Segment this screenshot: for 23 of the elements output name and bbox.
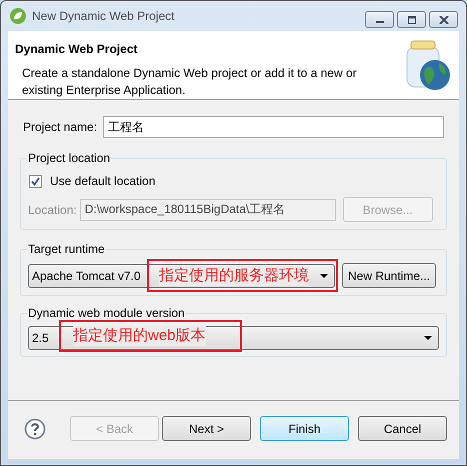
page-title: Dynamic Web Project xyxy=(15,41,138,58)
checkbox-label: Use default location xyxy=(50,173,156,190)
button[interactable]: Next > xyxy=(162,416,251,441)
window-title: New Dynamic Web Project xyxy=(32,8,174,25)
maximize-button[interactable] xyxy=(397,11,426,28)
field-label: Project name: xyxy=(23,119,98,136)
button[interactable]: Cancel xyxy=(358,416,447,441)
dropdown-arrow-icon xyxy=(320,274,328,278)
maximize-icon xyxy=(406,16,416,24)
close-button[interactable] xyxy=(429,11,458,28)
minimize-button[interactable] xyxy=(365,11,394,28)
close-icon xyxy=(438,16,448,24)
page-description: Create a standalone Dynamic Web project or add it to a new or existing Enterprise Application. xyxy=(21,65,358,99)
annotation-text: 指定使用的服务器环境 xyxy=(159,266,309,286)
button[interactable]: Finish xyxy=(260,416,349,441)
project-name-field[interactable]: 工程名 xyxy=(103,116,444,138)
button[interactable]: New Runtime... xyxy=(342,263,436,288)
help-icon[interactable] xyxy=(24,418,46,440)
annotation-text: 指定使用的web版本 xyxy=(73,326,206,346)
leaf-icon xyxy=(10,8,26,24)
field-label: Location: xyxy=(28,202,77,218)
checkbox[interactable] xyxy=(29,174,42,188)
dropdown-arrow-icon xyxy=(424,336,432,340)
